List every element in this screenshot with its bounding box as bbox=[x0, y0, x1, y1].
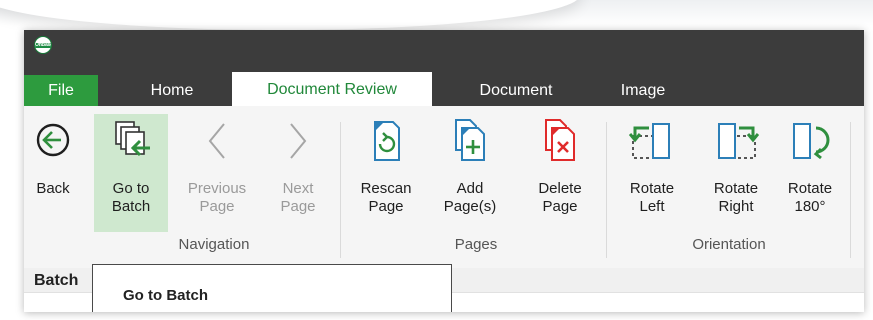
add-pages-label: Add Page(s) bbox=[428, 180, 512, 216]
rescan-page-label: Rescan Page bbox=[348, 180, 424, 216]
previous-page-button[interactable]: Previous Page bbox=[174, 114, 260, 232]
rotate-left-label-line2: Left bbox=[639, 198, 665, 215]
delete-page-icon bbox=[518, 118, 602, 168]
back-label-line1: Back bbox=[36, 180, 70, 197]
add-pages-button[interactable]: Add Page(s) bbox=[428, 114, 512, 232]
go-to-batch-tooltip: Go to Batch bbox=[92, 264, 452, 312]
group-label-orientation: Orientation bbox=[692, 236, 766, 253]
chevron-right-icon bbox=[270, 118, 326, 168]
tooltip-title: Go to Batch bbox=[123, 287, 208, 304]
document-area: Batch Go to Batch bbox=[24, 264, 864, 312]
delete-page-label-line2: Page bbox=[542, 198, 578, 215]
go-to-batch-button[interactable]: Go to Batch bbox=[94, 114, 168, 232]
go-to-batch-label-line1: Go to bbox=[112, 180, 150, 197]
rotate-left-icon bbox=[612, 118, 692, 168]
rotate-right-icon bbox=[696, 118, 776, 168]
chevron-left-icon bbox=[174, 118, 260, 168]
next-page-label-line1: Next bbox=[282, 180, 314, 197]
rotate-right-label-line1: Rotate bbox=[713, 180, 759, 197]
add-page-icon bbox=[428, 118, 512, 168]
rotate-left-button[interactable]: Rotate Left bbox=[612, 114, 692, 232]
rotate-180-button[interactable]: Rotate 180° bbox=[778, 114, 842, 232]
group-label-navigation: Navigation bbox=[178, 236, 250, 253]
rescan-page-icon bbox=[348, 118, 424, 168]
group-separator-3 bbox=[850, 122, 851, 258]
logo-text: OnBase bbox=[35, 42, 52, 48]
previous-page-label: Previous Page bbox=[174, 180, 260, 216]
rotate-180-label: Rotate 180° bbox=[778, 180, 842, 216]
batch-label: Batch bbox=[34, 272, 79, 289]
title-bar: OnBase bbox=[24, 30, 864, 70]
rotate-180-label-line1: Rotate bbox=[787, 180, 833, 197]
add-pages-label-line2: Page(s) bbox=[443, 198, 497, 215]
rotate-left-label: Rotate Left bbox=[612, 180, 692, 216]
go-to-batch-icon bbox=[94, 118, 168, 168]
delete-page-label-line1: Delete bbox=[538, 180, 582, 197]
tab-image[interactable]: Image bbox=[598, 75, 688, 106]
back-button[interactable]: Back bbox=[30, 114, 76, 232]
rotate-right-label-line2: Right bbox=[718, 198, 754, 215]
rescan-page-button[interactable]: Rescan Page bbox=[348, 114, 424, 232]
rescan-page-label-line1: Rescan bbox=[360, 180, 412, 197]
group-separator-2 bbox=[606, 122, 607, 258]
tab-document-review[interactable]: Document Review bbox=[232, 72, 432, 106]
previous-page-label-line2: Page bbox=[199, 198, 235, 215]
rotate-right-label: Rotate Right bbox=[696, 180, 776, 216]
next-page-label-line2: Page bbox=[280, 198, 316, 215]
back-label: Back bbox=[30, 180, 76, 198]
previous-page-label-line1: Previous bbox=[187, 180, 247, 197]
group-separator-1 bbox=[340, 122, 341, 258]
tab-document[interactable]: Document bbox=[456, 75, 576, 106]
next-page-label: Next Page bbox=[270, 180, 326, 216]
delete-page-label: Delete Page bbox=[518, 180, 602, 216]
delete-page-button[interactable]: Delete Page bbox=[518, 114, 602, 232]
rotate-right-button[interactable]: Rotate Right bbox=[696, 114, 776, 232]
rotate-left-label-line1: Rotate bbox=[629, 180, 675, 197]
back-arrow-icon bbox=[30, 118, 76, 168]
go-to-batch-label: Go to Batch bbox=[94, 180, 168, 216]
next-page-button[interactable]: Next Page bbox=[270, 114, 326, 232]
rotate-180-icon bbox=[778, 118, 842, 168]
add-pages-label-line1: Add bbox=[456, 180, 484, 197]
go-to-batch-label-line2: Batch bbox=[111, 198, 151, 215]
app-window: OnBase File Home Document Review Documen… bbox=[24, 30, 864, 312]
group-label-pages: Pages bbox=[454, 236, 498, 253]
ortiose-logo-icon[interactable]: OnBase bbox=[34, 36, 52, 54]
tab-home[interactable]: Home bbox=[122, 75, 222, 106]
rescan-page-label-line2: Page bbox=[368, 198, 404, 215]
tab-file[interactable]: File bbox=[24, 75, 98, 106]
rotate-180-label-line2: 180° bbox=[794, 198, 826, 215]
